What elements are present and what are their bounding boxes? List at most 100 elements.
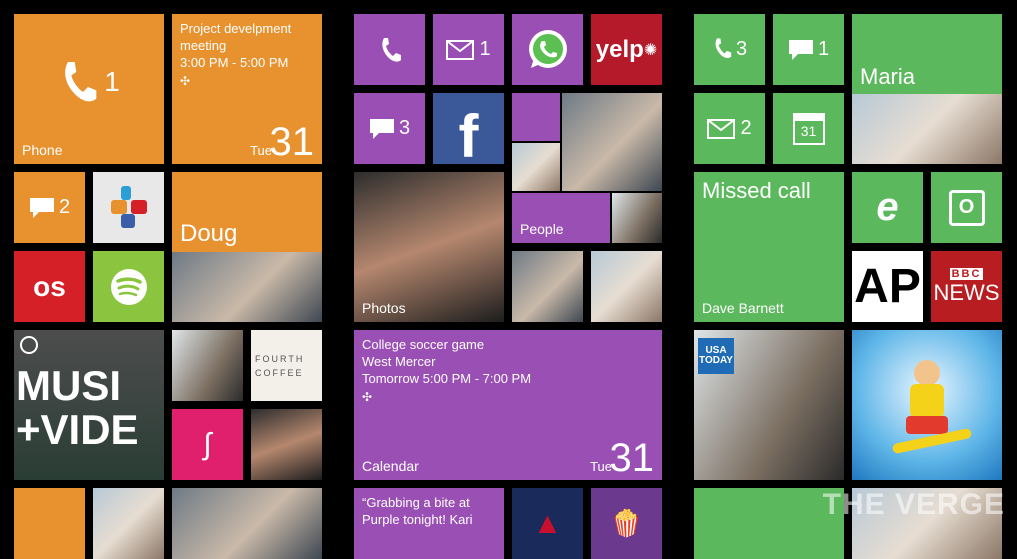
- messaging-count: 2: [58, 196, 71, 218]
- bbc-logo: BBC: [949, 267, 984, 280]
- bottom-orange-tile[interactable]: [14, 488, 85, 559]
- missed-call-title: Missed call: [702, 178, 811, 203]
- hat-photo-tile[interactable]: [172, 488, 322, 559]
- people-photo: [562, 93, 662, 191]
- doug-name: Doug: [180, 220, 238, 247]
- phone-icon: [58, 58, 98, 106]
- messaging-count: 1: [817, 38, 830, 60]
- missed-call-tile[interactable]: Missed call Dave Barnett: [694, 172, 844, 322]
- maria-name: Maria: [860, 64, 916, 89]
- email-count: 1: [479, 38, 491, 60]
- calendar-tile[interactable]: College soccer game West Mercer Tomorrow…: [354, 330, 662, 480]
- lastfm-icon: os: [33, 270, 66, 302]
- photos-tile[interactable]: Photos: [354, 172, 504, 322]
- snowboarder-icon: [891, 360, 973, 455]
- messaging-count: 3: [398, 117, 411, 139]
- photos-label: Photos: [362, 300, 406, 316]
- bbc-news-label: NEWS: [933, 279, 1000, 305]
- doug-contact-tile[interactable]: Doug: [172, 172, 322, 322]
- whatsapp-icon: [526, 28, 570, 72]
- ap-news-tile[interactable]: AP: [852, 251, 923, 322]
- people-photo-small-1[interactable]: [512, 251, 583, 322]
- voicemail-tile[interactable]: 3: [694, 14, 765, 85]
- people-label: People: [520, 221, 564, 237]
- xbox-icon: [20, 336, 38, 354]
- phone-tile[interactable]: 1 Phone: [14, 14, 164, 164]
- calendar-event-time: Tomorrow 5:00 PM - 7:00 PM: [362, 371, 532, 386]
- calendar-date: 31: [609, 436, 655, 480]
- whatsapp-tile[interactable]: [512, 14, 583, 85]
- people-tile[interactable]: People: [512, 93, 662, 243]
- music-video-text: MUSI +VIDE: [16, 362, 139, 453]
- internet-explorer-tile[interactable]: e: [852, 172, 923, 243]
- ap-logo: AP: [854, 260, 921, 313]
- popcorn-icon: 🍿: [610, 508, 643, 538]
- facebook-icon: f: [458, 102, 479, 164]
- calendar-small-tile[interactable]: 31: [773, 93, 844, 164]
- yelp-tile[interactable]: yelp ✺: [591, 14, 662, 85]
- phone-icon: [378, 36, 402, 64]
- bike-photo-tile[interactable]: [251, 409, 322, 480]
- mail-icon: [446, 39, 475, 60]
- game-tile[interactable]: [852, 330, 1002, 480]
- calendar-icon: 31: [792, 112, 825, 145]
- fourth-coffee-text: FOURTH COFFEE: [255, 354, 305, 378]
- maria-contact-tile[interactable]: Maria: [852, 14, 1002, 164]
- yelp-burst-icon: ✺: [643, 41, 658, 59]
- calendar-event-title: College soccer game: [362, 337, 485, 352]
- messaging-green-tile[interactable]: 1: [773, 14, 844, 85]
- calendar-event-location: West Mercer: [362, 354, 436, 369]
- tunein-icon: [107, 184, 151, 232]
- flamingo-icon: ∫: [203, 427, 212, 461]
- phone-count: 1: [104, 66, 120, 97]
- meeting-time: 3:00 PM - 5:00 PM: [180, 55, 289, 70]
- doug-photo: [172, 252, 322, 322]
- music-video-tile[interactable]: MUSI +VIDE: [14, 330, 164, 480]
- tunein-tile[interactable]: [93, 172, 164, 243]
- usa-today-tile[interactable]: USA TODAY: [694, 330, 844, 480]
- maria-photo: [852, 94, 1002, 164]
- phone-purple-tile[interactable]: [354, 14, 425, 85]
- bottom-green-tile[interactable]: [694, 488, 844, 559]
- voicemail-count: 3: [735, 38, 748, 60]
- meeting-tile[interactable]: Project develpment meeting 3:00 PM - 5:0…: [172, 14, 322, 164]
- popcorn-tile[interactable]: 🍿: [591, 488, 662, 559]
- message-bubble-icon: [369, 118, 395, 140]
- reminder-icon: ✣: [180, 74, 191, 88]
- facebook-tile[interactable]: f: [433, 93, 504, 164]
- spotify-tile[interactable]: [93, 251, 164, 322]
- reminder-icon: ✣: [362, 390, 373, 404]
- flamingo-tile[interactable]: ∫: [172, 409, 243, 480]
- dog-photo-tile[interactable]: [93, 488, 164, 559]
- bbc-news-tile[interactable]: BBC NEWS: [931, 251, 1002, 322]
- message-bubble-icon: [29, 197, 55, 219]
- fourth-coffee-tile[interactable]: FOURTH COFFEE: [251, 330, 322, 401]
- outlook-tile[interactable]: O: [931, 172, 1002, 243]
- internet-explorer-icon: e: [876, 185, 899, 229]
- delta-tile[interactable]: ▲: [512, 488, 583, 559]
- mail-icon: [707, 118, 736, 139]
- quote-tile[interactable]: “Grabbing a bite at Purple tonight! Kari: [354, 488, 504, 559]
- outlook-icon: O: [948, 189, 985, 226]
- meeting-title: Project develpment meeting: [180, 21, 292, 53]
- messaging-tile[interactable]: 2: [14, 172, 85, 243]
- messaging-purple-tile[interactable]: 3: [354, 93, 425, 164]
- yelp-logo: yelp: [595, 35, 644, 63]
- verge-watermark: THE VERGE: [822, 488, 1005, 521]
- message-bubble-icon: [788, 39, 814, 61]
- phone-voicemail-icon: [712, 36, 732, 64]
- calendar-label: Calendar: [362, 458, 419, 474]
- calendar-icon-date: 31: [800, 122, 817, 139]
- meeting-date: 31: [269, 120, 315, 164]
- delta-logo-icon: ▲: [532, 506, 563, 540]
- spotify-icon: [109, 267, 149, 307]
- usa-today-logo: USA TODAY: [698, 338, 734, 374]
- missed-call-contact: Dave Barnett: [702, 300, 784, 316]
- phone-label: Phone: [22, 142, 63, 158]
- email-green-tile[interactable]: 2: [694, 93, 765, 164]
- email-count: 2: [740, 117, 752, 139]
- app-tile-faces[interactable]: [172, 330, 243, 401]
- people-photo-small-2[interactable]: [591, 251, 662, 322]
- lastfm-tile[interactable]: os: [14, 251, 85, 322]
- email-purple-tile[interactable]: 1: [433, 14, 504, 85]
